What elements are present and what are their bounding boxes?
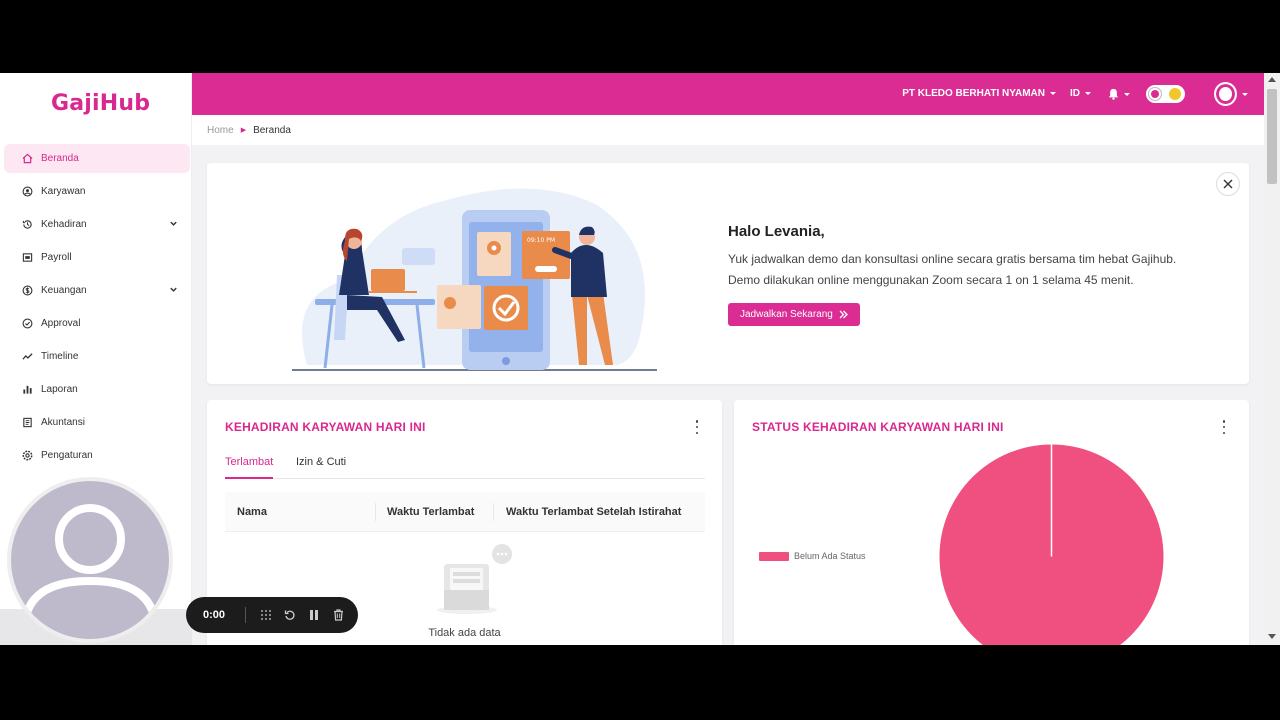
sidebar-item-label: Beranda bbox=[41, 153, 79, 164]
tab-terlambat[interactable]: Terlambat bbox=[225, 456, 274, 479]
card-title: KEHADIRAN KARYAWAN HARI INI bbox=[225, 420, 426, 434]
history-icon bbox=[22, 219, 33, 230]
sidebar-item-label: Payroll bbox=[41, 252, 72, 263]
empty-inbox-icon bbox=[437, 544, 512, 614]
language-label: ID bbox=[1070, 88, 1080, 99]
notification-button[interactable] bbox=[1108, 86, 1130, 102]
sidebar-item-beranda[interactable]: Beranda bbox=[4, 144, 190, 173]
breadcrumb-home[interactable]: Home bbox=[207, 125, 234, 136]
banner-description-1: Yuk jadwalkan demo dan konsultasi online… bbox=[728, 252, 1177, 266]
recording-timer: 0:00 bbox=[203, 609, 226, 621]
sidebar-item-timeline[interactable]: Timeline bbox=[4, 342, 190, 371]
caret-down-icon bbox=[1085, 91, 1091, 95]
caret-down-icon bbox=[1050, 91, 1056, 95]
check-circle-icon bbox=[22, 318, 33, 329]
profile-menu[interactable] bbox=[1214, 82, 1248, 106]
sidebar-item-label: Timeline bbox=[41, 351, 79, 362]
gear-icon bbox=[22, 450, 33, 461]
attendance-tabs: Terlambat Izin & Cuti bbox=[225, 452, 705, 479]
sidebar-item-approval[interactable]: Approval bbox=[4, 309, 190, 338]
sidebar-item-label: Karyawan bbox=[41, 186, 86, 197]
scrollbar-thumb[interactable] bbox=[1267, 89, 1277, 184]
card-title: STATUS KEHADIRAN KARYAWAN HARI INI bbox=[752, 420, 1004, 434]
status-pie-chart bbox=[939, 444, 1164, 645]
legend-swatch bbox=[759, 551, 789, 561]
caret-down-icon bbox=[1124, 92, 1130, 96]
column-header-waktu-terlambat[interactable]: Waktu Terlambat bbox=[387, 506, 474, 518]
users-icon bbox=[22, 186, 33, 197]
table-header: Nama Waktu Terlambat Waktu Terlambat Set… bbox=[225, 492, 705, 532]
theme-toggle[interactable] bbox=[1146, 85, 1185, 103]
sidebar-item-laporan[interactable]: Laporan bbox=[4, 375, 190, 404]
language-selector[interactable]: ID bbox=[1070, 88, 1091, 99]
user-silhouette-icon bbox=[21, 504, 159, 622]
scroll-down-icon[interactable] bbox=[1268, 634, 1276, 639]
company-selector[interactable]: PT KLEDO BERHATI NYAMAN bbox=[902, 88, 1056, 99]
scroll-up-icon[interactable] bbox=[1268, 77, 1276, 82]
legend-label: Belum Ada Status bbox=[794, 551, 866, 561]
sidebar-nav: Beranda Karyawan Kehadiran Payroll Keuan… bbox=[4, 144, 190, 474]
tab-izin-cuti[interactable]: Izin & Cuti bbox=[296, 456, 346, 479]
sidebar-item-karyawan[interactable]: Karyawan bbox=[4, 177, 190, 206]
double-chevron-right-icon bbox=[839, 310, 848, 319]
breadcrumb-current: Beranda bbox=[253, 125, 291, 136]
column-divider bbox=[493, 503, 494, 521]
sidebar-item-payroll[interactable]: Payroll bbox=[4, 243, 190, 272]
webcam-avatar bbox=[7, 477, 173, 643]
more-options-icon[interactable] bbox=[1219, 420, 1229, 434]
more-options-icon[interactable] bbox=[692, 420, 702, 434]
company-name: PT KLEDO BERHATI NYAMAN bbox=[902, 88, 1045, 99]
breadcrumb-bar: Home ▶ Beranda bbox=[192, 115, 1264, 145]
breadcrumb: Home ▶ Beranda bbox=[207, 125, 291, 136]
chevron-down-icon[interactable] bbox=[169, 285, 178, 294]
column-header-nama[interactable]: Nama bbox=[237, 506, 267, 518]
top-bar: PT KLEDO BERHATI NYAMAN ID bbox=[192, 73, 1264, 115]
page-scrollbar[interactable] bbox=[1264, 73, 1280, 645]
pause-icon[interactable] bbox=[302, 604, 326, 626]
sidebar-item-keuangan[interactable]: Keuangan bbox=[4, 276, 190, 305]
app-window: GajiHub Beranda Karyawan Kehadiran Payro… bbox=[0, 73, 1280, 645]
sidebar-item-label: Approval bbox=[41, 318, 81, 329]
sidebar-item-label: Laporan bbox=[41, 384, 78, 395]
recorder-divider bbox=[245, 607, 246, 623]
column-header-terlambat-istirahat[interactable]: Waktu Terlambat Setelah Istirahat bbox=[506, 506, 681, 518]
home-icon bbox=[22, 153, 33, 164]
sidebar-item-pengaturan[interactable]: Pengaturan bbox=[4, 441, 190, 470]
restart-icon[interactable] bbox=[278, 604, 302, 626]
dollar-circle-icon bbox=[22, 285, 33, 296]
bar-chart-icon bbox=[22, 384, 33, 395]
illus-time: 09:10 PM bbox=[527, 237, 555, 244]
sidebar-item-label: Pengaturan bbox=[41, 450, 93, 461]
sidebar-item-label: Akuntansi bbox=[41, 417, 85, 428]
attendance-status-card: STATUS KEHADIRAN KARYAWAN HARI INI Belum… bbox=[734, 400, 1249, 645]
gajihub-logo[interactable]: GajiHub bbox=[51, 91, 150, 116]
demo-illustration: 09:10 PM bbox=[292, 188, 657, 371]
greeting-heading: Halo Levania, bbox=[728, 223, 825, 240]
chart-legend[interactable]: Belum Ada Status bbox=[759, 551, 866, 561]
close-icon bbox=[1223, 179, 1233, 189]
toggle-knob bbox=[1149, 88, 1161, 100]
book-icon bbox=[22, 417, 33, 428]
column-divider bbox=[375, 503, 376, 521]
sidebar-item-label: Kehadiran bbox=[41, 219, 87, 230]
banner-description-2: Demo dilakukan online menggunakan Zoom s… bbox=[728, 273, 1134, 287]
demo-banner: 09:10 PM Halo Levania, Yuk jadwalkan dem… bbox=[207, 163, 1249, 384]
sun-icon bbox=[1169, 88, 1181, 100]
line-chart-icon bbox=[22, 351, 33, 362]
banner-close-button[interactable] bbox=[1216, 172, 1240, 196]
breadcrumb-separator-icon: ▶ bbox=[240, 127, 247, 134]
screen-recorder-bar: 0:00 bbox=[186, 597, 358, 633]
bell-icon bbox=[1108, 88, 1119, 100]
trash-icon[interactable] bbox=[326, 604, 350, 626]
drag-handle-icon[interactable] bbox=[254, 604, 278, 626]
sidebar-item-kehadiran[interactable]: Kehadiran bbox=[4, 210, 190, 239]
caret-down-icon bbox=[1242, 92, 1248, 96]
sidebar-item-label: Keuangan bbox=[41, 285, 87, 296]
chevron-down-icon[interactable] bbox=[169, 219, 178, 228]
wallet-icon bbox=[22, 252, 33, 263]
avatar bbox=[1214, 82, 1237, 106]
schedule-demo-button[interactable]: Jadwalkan Sekarang bbox=[728, 303, 860, 326]
schedule-demo-label: Jadwalkan Sekarang bbox=[740, 309, 833, 320]
sidebar-item-akuntansi[interactable]: Akuntansi bbox=[4, 408, 190, 437]
